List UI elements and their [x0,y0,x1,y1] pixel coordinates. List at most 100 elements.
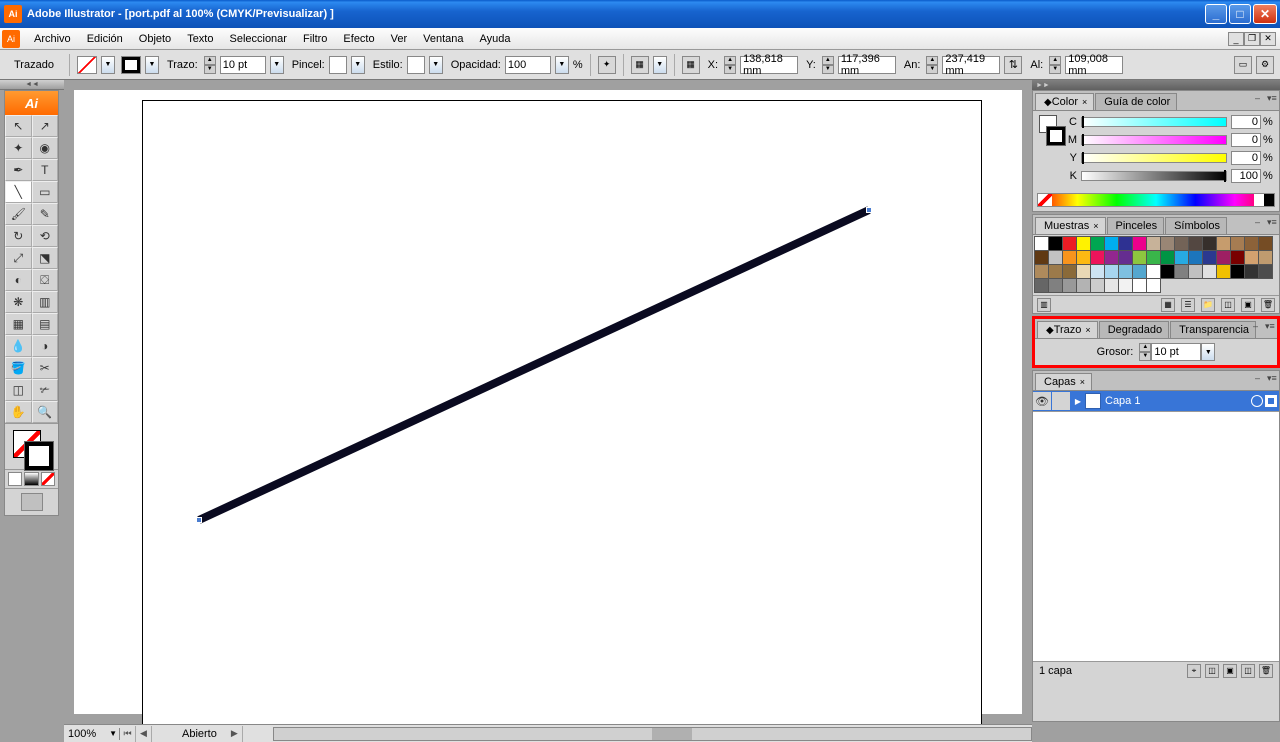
toolbox-collapse-handle[interactable] [0,80,64,90]
swatch-color[interactable] [1062,250,1077,265]
new-layer-icon[interactable]: ◫ [1241,664,1255,678]
paintbrush-tool[interactable]: 🖌 [5,203,32,225]
swatch-color[interactable] [1118,278,1133,293]
type-tool[interactable]: T [32,159,59,181]
free-transform-tool[interactable]: ⛋ [32,269,59,291]
prev-artboard-icon[interactable]: ◀ [136,726,152,742]
color-mode-gradient[interactable] [24,472,38,486]
horizontal-scrollbar[interactable] [273,727,1032,741]
minimize-button[interactable]: _ [1205,4,1227,24]
selection-indicator-icon[interactable] [1265,395,1277,407]
tab-color[interactable]: ◆ Color× [1035,93,1094,110]
target-indicator-icon[interactable] [1251,395,1263,407]
canvas-area[interactable] [64,80,1032,724]
swatch-color[interactable] [1160,264,1175,279]
selection-handle-end[interactable] [866,207,872,213]
swatch-color[interactable] [1104,250,1119,265]
line-tool[interactable]: ╲ [5,181,32,203]
rotate-tool[interactable]: ↻ [5,225,32,247]
swatch-color[interactable] [1132,236,1147,251]
swatch-color[interactable] [1146,278,1161,293]
swatch-color[interactable] [1188,264,1203,279]
swatch-color[interactable] [1146,236,1161,251]
crop-tool[interactable]: ✂ [32,357,59,379]
new-sublayer-icon[interactable]: ▣ [1223,664,1237,678]
align-icon[interactable]: ▦ [631,56,649,74]
stroke-color-box[interactable] [25,442,53,470]
maximize-button[interactable]: □ [1229,4,1251,24]
swatch-color[interactable] [1160,236,1175,251]
menu-ventana[interactable]: Ventana [415,33,471,45]
y-value[interactable]: 0 [1231,151,1261,165]
close-button[interactable]: ✕ [1253,4,1277,24]
swatch-color[interactable] [1076,278,1091,293]
swatch-color[interactable] [1048,236,1063,251]
opacidad-dropdown[interactable]: ▼ [555,56,569,74]
swatch-color[interactable] [1188,236,1203,251]
swatch-color[interactable] [1104,236,1119,251]
panel-minimize-icon[interactable]: – [1255,93,1265,103]
swatch-color[interactable] [1090,250,1105,265]
swatch-color[interactable] [1216,236,1231,251]
close-tab-icon[interactable]: × [1093,221,1098,231]
doc-close-button[interactable]: ✕ [1260,32,1276,46]
swatch-color[interactable] [1146,250,1161,265]
symbol-sprayer-tool[interactable]: ❋ [5,291,32,313]
menu-seleccionar[interactable]: Seleccionar [221,33,294,45]
stroke-preview[interactable] [1047,127,1065,145]
swatch-new-icon[interactable]: ◫ [1221,298,1235,312]
color-spectrum[interactable] [1037,193,1275,207]
swatch-color[interactable] [1118,236,1133,251]
menu-objeto[interactable]: Objeto [131,33,179,45]
menu-ver[interactable]: Ver [383,33,416,45]
delete-layer-icon[interactable]: 🗑 [1259,664,1273,678]
magic-wand-tool[interactable]: ✦ [5,137,32,159]
swatch-color[interactable] [1132,250,1147,265]
layer-name[interactable]: Capa 1 [1105,395,1251,407]
swatch-color[interactable] [1230,264,1245,279]
h-stepper[interactable]: ▲▼ [1049,56,1061,74]
gradient-tool[interactable]: ▤ [32,313,59,335]
c-slider[interactable] [1081,117,1227,127]
doc-minimize-button[interactable]: _ [1228,32,1244,46]
fill-swatch[interactable] [77,56,97,74]
lasso-tool[interactable]: ◉ [32,137,59,159]
swatch-kind-icon[interactable]: ▦ [1161,298,1175,312]
swatch-color[interactable] [1118,264,1133,279]
swatch-color[interactable] [1230,250,1245,265]
swatch-color[interactable] [1076,264,1091,279]
screen-mode-button[interactable] [21,493,43,511]
menu-texto[interactable]: Texto [179,33,221,45]
swatch-color[interactable] [1076,236,1091,251]
panel-menu-icon[interactable]: ▾≡ [1267,373,1277,383]
first-artboard-icon[interactable]: ⏮ [120,726,136,742]
panel-menu-icon[interactable]: ▾≡ [1267,217,1277,227]
grosor-stepper[interactable]: ▲▼ [1139,343,1151,361]
swatch-color[interactable] [1090,236,1105,251]
swatch-color[interactable] [1062,236,1077,251]
locate-object-icon[interactable]: ⌖ [1187,664,1201,678]
swatch-color[interactable] [1146,264,1161,279]
swatch-options-icon[interactable]: ☰ [1181,298,1195,312]
y-input[interactable]: 117,396 mm [838,56,896,74]
swatch-color[interactable] [1202,264,1217,279]
swatch-color[interactable] [1174,264,1189,279]
swatch-color[interactable] [1132,278,1147,293]
swatch-newcolor-icon[interactable]: ▣ [1241,298,1255,312]
x-input[interactable]: 138,818 mm [740,56,798,74]
estilo-dropdown[interactable]: ▼ [429,56,443,74]
h-input[interactable]: 109,008 mm [1065,56,1123,74]
estilo-swatch[interactable] [407,56,425,74]
swatch-color[interactable] [1258,264,1273,279]
swatch-group-icon[interactable]: 📁 [1201,298,1215,312]
visibility-toggle-icon[interactable]: 👁 [1033,392,1051,410]
reflect-tool[interactable]: ⟲ [32,225,59,247]
link-wh-icon[interactable]: ⇅ [1004,56,1022,74]
swatch-color[interactable] [1258,236,1273,251]
direct-selection-tool[interactable]: ↗ [32,115,59,137]
scale-tool[interactable]: ⤢ [5,247,32,269]
swatch-color[interactable] [1244,250,1259,265]
swatch-color[interactable] [1048,278,1063,293]
selection-tool[interactable]: ↖ [5,115,32,137]
blend-tool[interactable]: ◑ [32,335,59,357]
